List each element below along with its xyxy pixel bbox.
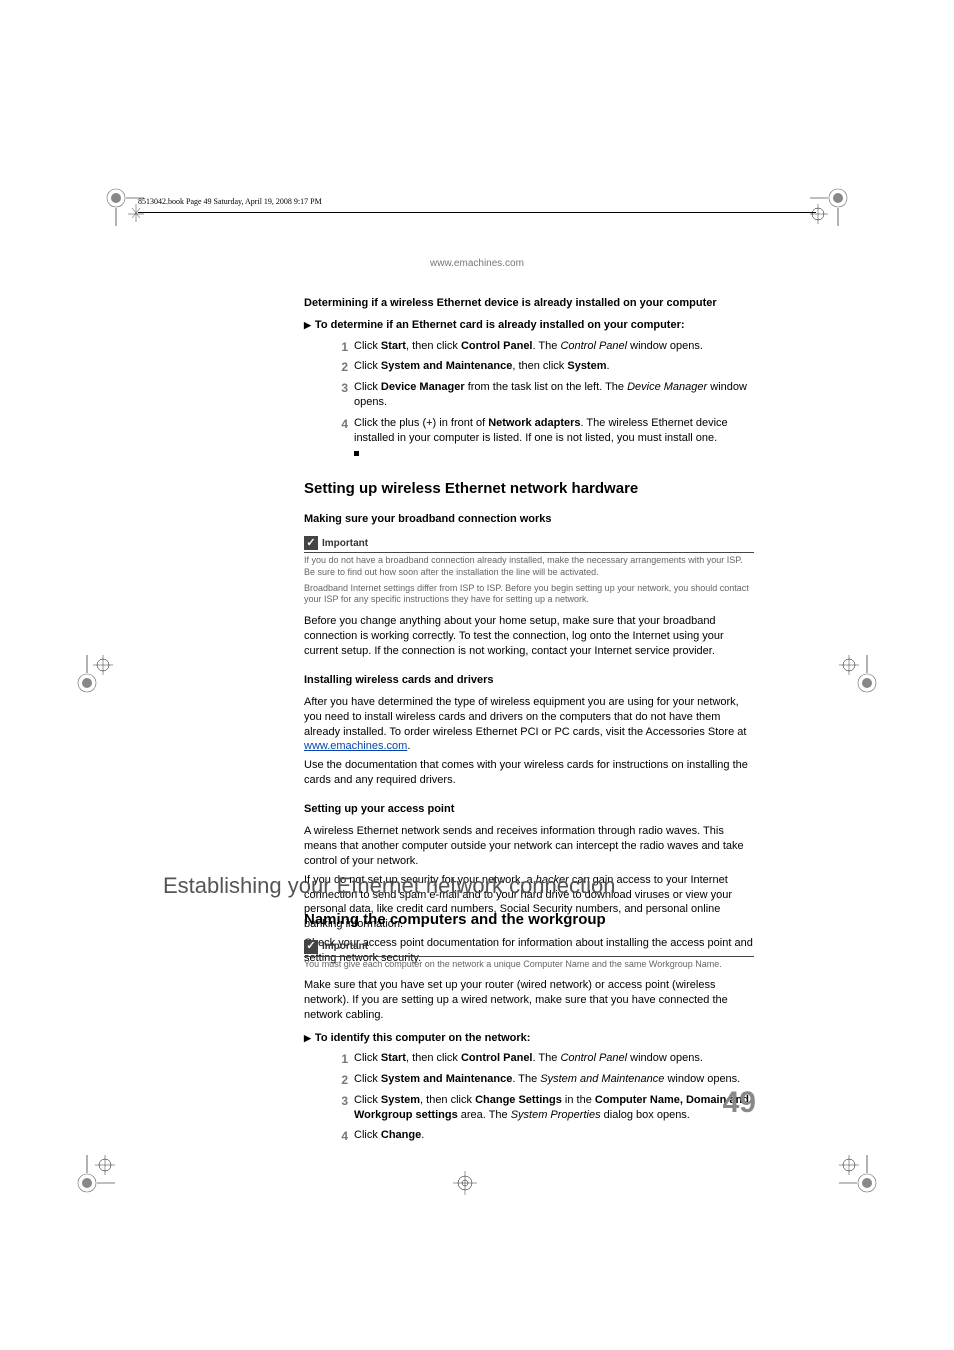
sec2-para3: Use the documentation that comes with yo… (304, 758, 754, 788)
page-number: 49 (723, 1086, 756, 1120)
important-callout-2: ✓ Important You must give each computer … (304, 940, 754, 971)
page-root: 8513042.book Page 49 Saturday, April 19,… (0, 0, 954, 1350)
section2-sub2: Installing wireless cards and drivers (304, 673, 754, 687)
section2-sub3: Setting up your access point (304, 802, 754, 816)
callout-body: If you do not have a broadband connectio… (304, 555, 754, 606)
section1-title: Determining if a wireless Ethernet devic… (304, 296, 754, 310)
arrow-icon: ▶ (304, 1033, 311, 1045)
page-url-header: www.emachines.com (0, 258, 954, 269)
callout-label-2: Important (322, 940, 368, 953)
callout-header-2: ✓ Important (304, 940, 754, 957)
crop-mark-tr (810, 186, 850, 226)
book-meta-header: 8513042.book Page 49 Saturday, April 19,… (138, 197, 322, 206)
checkmark-icon: ✓ (304, 940, 318, 954)
section3-title: Naming the computers and the workgroup (304, 910, 754, 930)
sec2-para1: Before you change anything about your ho… (304, 614, 754, 659)
section3-task: ▶ To identify this computer on the networ… (304, 1031, 754, 1045)
callout-label: Important (322, 537, 368, 550)
major-heading: Establishing your Ethernet network conne… (163, 873, 754, 899)
crop-mark-bc (445, 1171, 485, 1195)
checkmark-icon: ✓ (304, 536, 318, 550)
main-content: Determining if a wireless Ethernet devic… (304, 296, 754, 966)
main-content-2: Naming the computers and the workgroup ✓… (304, 910, 754, 1149)
sec3-para1: Make sure that you have set up your rout… (304, 978, 754, 1023)
section1-task: ▶ To determine if an Ethernet card is alr… (304, 318, 754, 332)
section3-steps: 1Click Start, then click Control Panel. … (334, 1051, 754, 1143)
sec2-para4: A wireless Ethernet network sends and re… (304, 824, 754, 869)
callout-body-2: You must give each computer on the netwo… (304, 959, 754, 971)
crop-mark-br (839, 1155, 879, 1195)
section1-task-text: To determine if an Ethernet card is alre… (315, 319, 685, 331)
crop-mark-mr (839, 655, 879, 695)
accessories-link[interactable]: www.emachines.com (304, 740, 407, 752)
sec2-para2a: After you have determined the type of wi… (304, 696, 746, 738)
sec2-para2: After you have determined the type of wi… (304, 695, 754, 754)
section1-steps: 1Click Start, then click Control Panel. … (334, 339, 754, 461)
sec2-para2b: . (407, 740, 410, 752)
important-callout-1: ✓ Important If you do not have a broadba… (304, 536, 754, 606)
crop-mark-bl (75, 1155, 115, 1195)
section3-task-text: To identify this computer on the network… (315, 1032, 531, 1044)
section2-title: Setting up wireless Ethernet network har… (304, 479, 754, 499)
section2-sub1: Making sure your broadband connection wo… (304, 512, 754, 526)
callout-header: ✓ Important (304, 536, 754, 553)
crop-mark-tl (104, 186, 144, 226)
crop-mark-ml (75, 655, 115, 695)
arrow-icon: ▶ (304, 320, 311, 332)
header-rule (138, 212, 816, 213)
